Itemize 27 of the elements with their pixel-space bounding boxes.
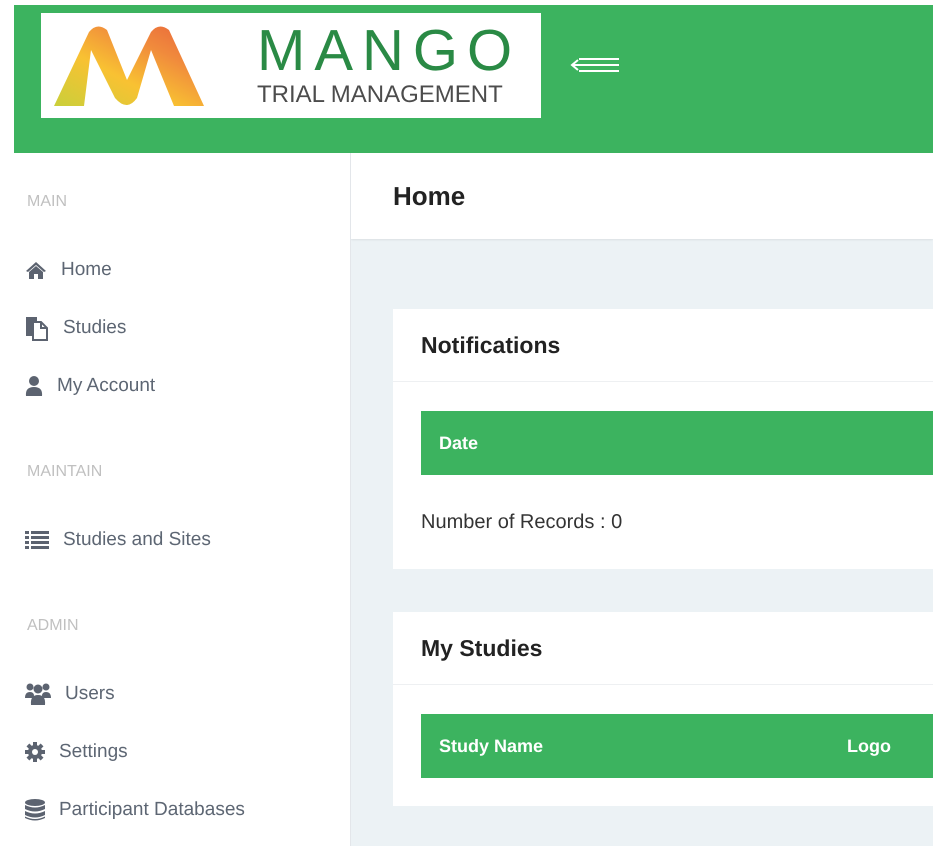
logo-title: MANGO [257,21,522,81]
settings-icon [25,742,45,762]
list-icon [25,531,49,549]
section-heading: MAINTAIN [27,463,104,482]
sidebar-item[interactable]: Participant Databases [14,781,245,839]
page-title: Home [393,180,466,212]
section-heading: MAIN [27,193,68,212]
home-icon [25,261,47,279]
sidebar-item[interactable]: Home [14,241,112,299]
menu-toggle-icon[interactable] [569,55,621,75]
sidebar-item[interactable]: Users [14,665,115,723]
column-header: Logo [847,736,891,756]
column-header: Study Name [439,736,544,756]
record-count: Number of Records : 0 [421,511,624,535]
user-icon [25,376,43,396]
sidebar-item[interactable]: Settings [14,723,128,781]
card-title: My Studies [393,612,933,685]
logo-subtitle: TRIAL MANAGEMENT [257,81,504,109]
column-header: Date [439,432,478,454]
users-icon [25,682,51,706]
section-heading: ADMIN [27,617,80,636]
database-icon [25,799,45,821]
sidebar-item[interactable]: Studies [14,299,126,357]
card-title: Notifications [393,309,933,382]
documents-icon [25,315,49,341]
sidebar-item[interactable]: My Account [14,357,156,415]
sidebar-item[interactable]: Studies and Sites [14,511,211,569]
